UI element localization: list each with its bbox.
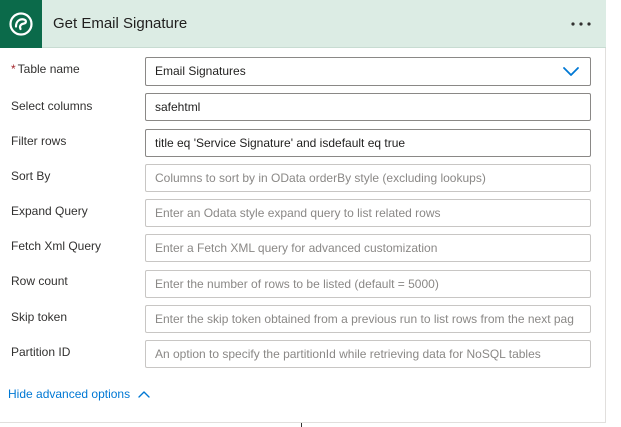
partition-id-placeholder: An option to specify the partitionId whi… xyxy=(155,347,541,361)
fetch-xml-query-label: Fetch Xml Query xyxy=(11,239,102,253)
sort-by-label: Sort By xyxy=(11,169,51,183)
fetch-xml-query-placeholder: Enter a Fetch XML query for advanced cus… xyxy=(155,241,438,255)
row-count-label: Row count xyxy=(11,274,68,288)
partition-id-label: Partition ID xyxy=(11,345,71,359)
select-columns-label: Select columns xyxy=(11,99,93,113)
filter-rows-input[interactable]: title eq 'Service Signature' and isdefau… xyxy=(145,129,591,157)
sort-by-input[interactable]: Columns to sort by in OData orderBy styl… xyxy=(145,164,591,192)
table-name-value: Email Signatures xyxy=(155,64,246,78)
table-name-dropdown[interactable]: Email Signatures xyxy=(145,57,591,86)
expand-query-placeholder: Enter an Odata style expand query to lis… xyxy=(155,206,441,220)
expand-query-label: Expand Query xyxy=(11,204,88,218)
hide-advanced-options-label: Hide advanced options xyxy=(8,387,131,401)
skip-token-placeholder: Enter the skip token obtained from a pre… xyxy=(155,312,574,326)
skip-token-label: Skip token xyxy=(11,310,68,324)
required-marker: * xyxy=(11,62,16,76)
table-name-label: * Table name xyxy=(11,62,80,76)
more-options-icon[interactable] xyxy=(566,10,596,38)
select-columns-input[interactable]: safehtml xyxy=(145,93,591,121)
chevron-down-icon[interactable] xyxy=(562,65,580,77)
connector-line xyxy=(301,423,302,427)
dataverse-icon xyxy=(0,0,42,48)
expand-query-input[interactable]: Enter an Odata style expand query to lis… xyxy=(145,199,591,227)
action-title: Get Email Signature xyxy=(53,15,188,32)
skip-token-input[interactable]: Enter the skip token obtained from a pre… xyxy=(145,305,591,333)
filter-rows-value: title eq 'Service Signature' and isdefau… xyxy=(155,136,406,150)
table-name-label-text: Table name xyxy=(17,62,80,76)
row-count-input[interactable]: Enter the number of rows to be listed (d… xyxy=(145,270,591,298)
action-header[interactable]: Get Email Signature xyxy=(0,0,606,48)
sort-by-placeholder: Columns to sort by in OData orderBy styl… xyxy=(155,171,486,185)
select-columns-value: safehtml xyxy=(155,100,201,114)
filter-rows-label: Filter rows xyxy=(11,134,67,148)
chevron-up-icon xyxy=(138,391,150,398)
partition-id-input[interactable]: An option to specify the partitionId whi… xyxy=(145,340,591,368)
row-count-placeholder: Enter the number of rows to be listed (d… xyxy=(155,277,439,291)
action-card: Get Email Signature * Table name Email Si… xyxy=(0,0,606,423)
fetch-xml-query-input[interactable]: Enter a Fetch XML query for advanced cus… xyxy=(145,234,591,262)
hide-advanced-options-link[interactable]: Hide advanced options xyxy=(8,387,150,401)
